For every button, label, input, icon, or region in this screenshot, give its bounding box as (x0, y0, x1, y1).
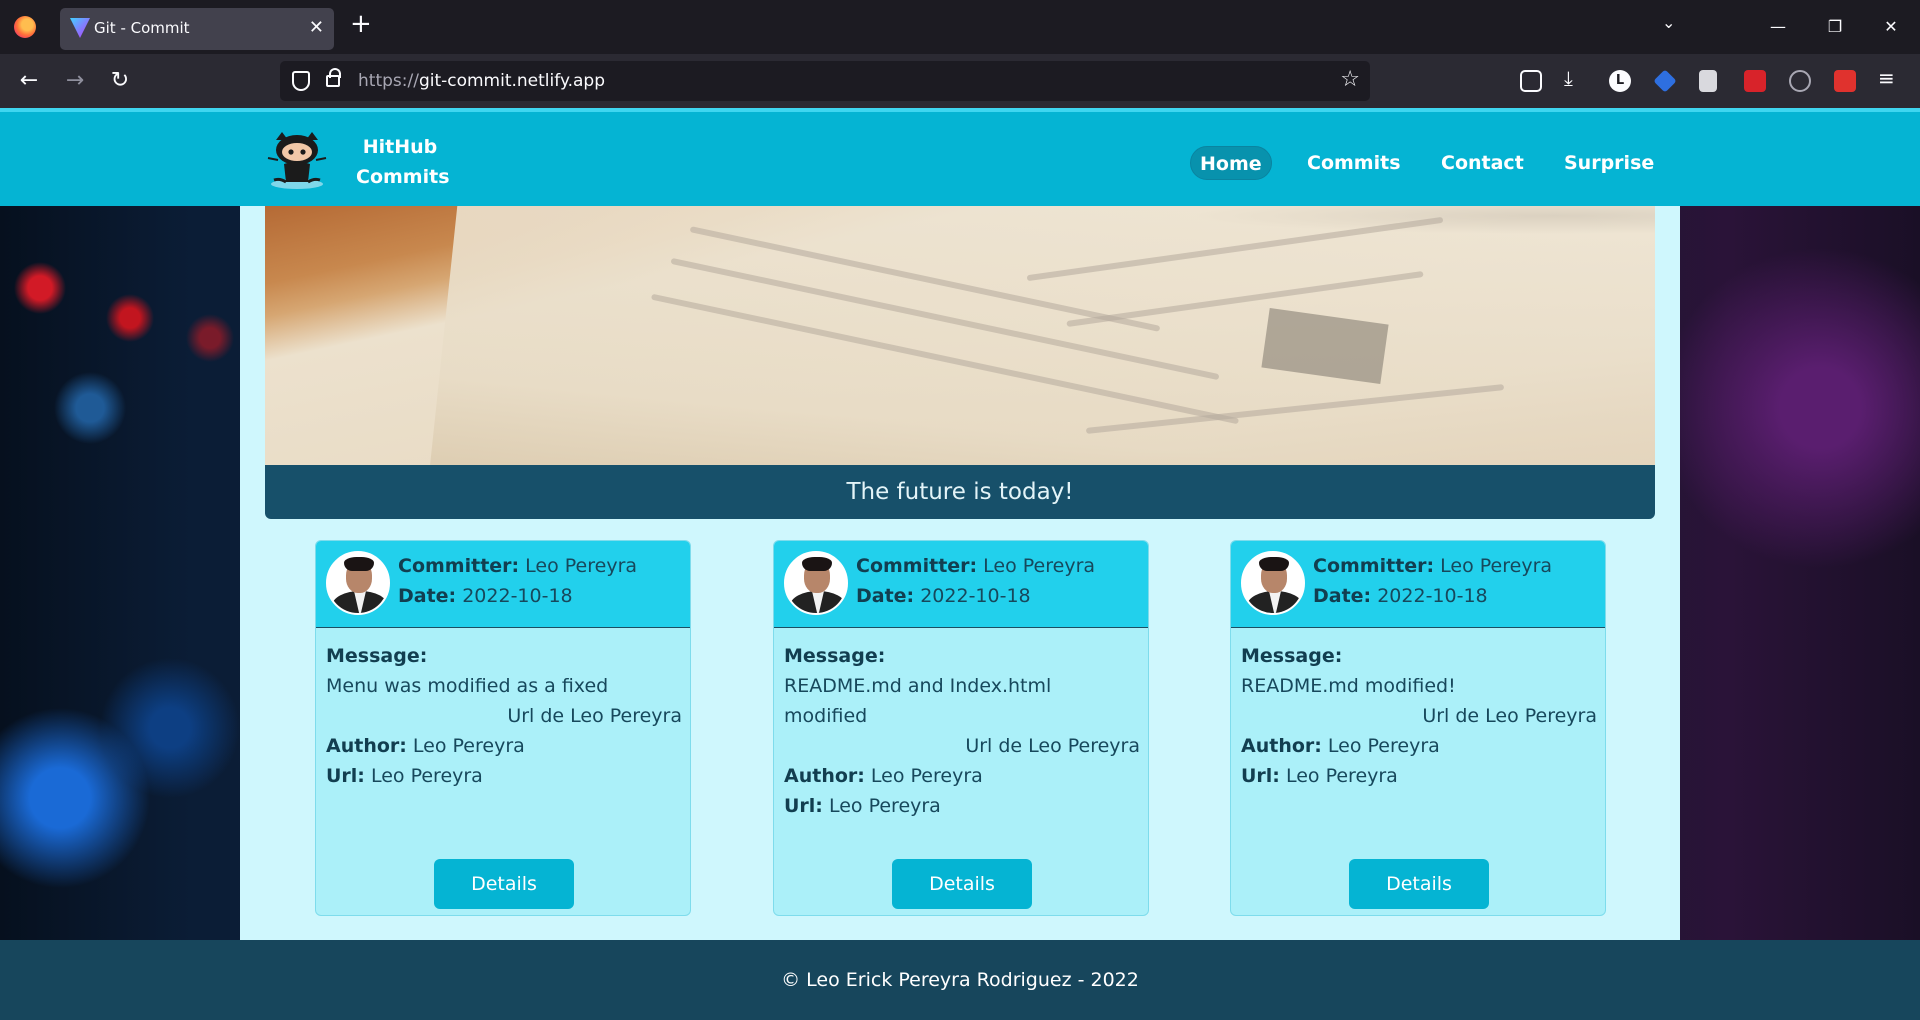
committer-line: Committer: Leo Pereyra (398, 555, 638, 577)
nav-contact[interactable]: Contact (1441, 146, 1524, 180)
author-line: Author: Leo Pereyra (326, 735, 525, 757)
new-tab-button[interactable]: + (350, 11, 372, 37)
url-line: Url: Leo Pereyra (784, 795, 941, 817)
author-line: Author: Leo Pereyra (784, 765, 983, 787)
firefox-icon[interactable] (14, 16, 36, 38)
commit-message: README.md modified! (1241, 675, 1456, 697)
details-button[interactable]: Details (434, 859, 574, 909)
vite-favicon-icon (70, 18, 90, 38)
hero-caption: The future is today! (846, 479, 1074, 505)
nav-surprise[interactable]: Surprise (1564, 146, 1654, 180)
details-button[interactable]: Details (1349, 859, 1489, 909)
avatar (784, 551, 848, 615)
hero-caption-bar: The future is today! (265, 465, 1655, 519)
tracking-shield-icon[interactable] (292, 71, 310, 91)
commit-card: Committer: Leo Pereyra Date: 2022-10-18 … (773, 540, 1149, 916)
browser-tab-bar: Git - Commit ✕ + ⌄ — ❐ ✕ (0, 0, 1920, 54)
downloads-icon[interactable]: ⤓ (1564, 66, 1586, 90)
chevron-down-icon[interactable]: ⌄ (1662, 13, 1675, 32)
octocat-logo-icon[interactable] (262, 128, 332, 190)
card-header: Committer: Leo Pereyra Date: 2022-10-18 (1231, 541, 1605, 628)
date-line: Date: 2022-10-18 (856, 585, 1031, 607)
extension-blue-icon[interactable] (1653, 69, 1677, 93)
restore-button[interactable]: ❐ (1815, 10, 1855, 44)
card-header: Committer: Leo Pereyra Date: 2022-10-18 (774, 541, 1148, 628)
message-label: Message: (1241, 645, 1343, 667)
commit-url-link[interactable]: Url de Leo Pereyra (326, 701, 682, 731)
message-label: Message: (784, 645, 886, 667)
card-header: Committer: Leo Pereyra Date: 2022-10-18 (316, 541, 690, 628)
extension-m-icon[interactable] (1834, 70, 1856, 92)
avatar (326, 551, 390, 615)
tab-close-icon[interactable]: ✕ (309, 17, 324, 38)
close-window-button[interactable]: ✕ (1871, 10, 1911, 44)
committer-line: Committer: Leo Pereyra (856, 555, 1096, 577)
brand-line-1: HitHub (362, 136, 438, 158)
extension-red-icon[interactable] (1744, 70, 1766, 92)
hero-image (265, 206, 1655, 465)
site-header: HitHub Commits Home Commits Contact Surp… (0, 108, 1920, 206)
forward-arrow-icon[interactable]: → (60, 66, 90, 96)
date-line: Date: 2022-10-18 (1313, 585, 1488, 607)
brand-line-2: Commits (356, 166, 450, 188)
details-button[interactable]: Details (892, 859, 1032, 909)
extension-info-icon[interactable] (1789, 70, 1811, 92)
commit-url-link[interactable]: Url de Leo Pereyra (784, 731, 1140, 761)
reader-icon[interactable] (1699, 70, 1717, 92)
nav-home[interactable]: Home (1190, 146, 1272, 180)
url-text[interactable]: https://git-commit.netlify.app (358, 71, 605, 91)
lock-icon[interactable] (326, 68, 341, 87)
commit-card: Committer: Leo Pereyra Date: 2022-10-18 … (1230, 540, 1606, 916)
commit-card: Committer: Leo Pereyra Date: 2022-10-18 … (315, 540, 691, 916)
card-body: Message: README.md and Index.html modifi… (784, 641, 1140, 821)
back-arrow-icon[interactable]: ← (14, 66, 44, 96)
brand-title[interactable]: HitHub Commits (356, 132, 450, 192)
author-line: Author: Leo Pereyra (1241, 735, 1440, 757)
browser-tab[interactable]: Git - Commit ✕ (60, 8, 334, 50)
footer-copyright: © Leo Erick Pereyra Rodriguez - 2022 (781, 969, 1139, 991)
minimize-button[interactable]: — (1758, 10, 1798, 44)
card-body: Message: README.md modified! Url de Leo … (1241, 641, 1597, 791)
tab-title: Git - Commit (94, 19, 190, 37)
reload-icon[interactable]: ↻ (105, 66, 135, 96)
committer-line: Committer: Leo Pereyra (1313, 555, 1553, 577)
date-line: Date: 2022-10-18 (398, 585, 573, 607)
commit-message: README.md and Index.html modified (784, 675, 1052, 727)
avatar (1241, 551, 1305, 615)
message-label: Message: (326, 645, 428, 667)
commit-url-link[interactable]: Url de Leo Pereyra (1241, 701, 1597, 731)
address-bar[interactable]: https://git-commit.netlify.app ☆ (280, 61, 1370, 101)
url-line: Url: Leo Pereyra (1241, 765, 1398, 787)
pocket-icon[interactable] (1520, 70, 1542, 92)
browser-nav-bar: ← → ↻ https://git-commit.netlify.app ☆ ⤓… (0, 54, 1920, 108)
extension-l-icon[interactable]: L (1609, 70, 1631, 92)
card-body: Message: Menu was modified as a fixed Ur… (326, 641, 682, 791)
bookmark-star-icon[interactable]: ☆ (1340, 67, 1360, 92)
menu-icon[interactable]: ≡ (1878, 66, 1900, 90)
url-line: Url: Leo Pereyra (326, 765, 483, 787)
nav-commits[interactable]: Commits (1307, 146, 1401, 180)
commit-message: Menu was modified as a fixed (326, 675, 609, 697)
site-footer: © Leo Erick Pereyra Rodriguez - 2022 (0, 940, 1920, 1020)
